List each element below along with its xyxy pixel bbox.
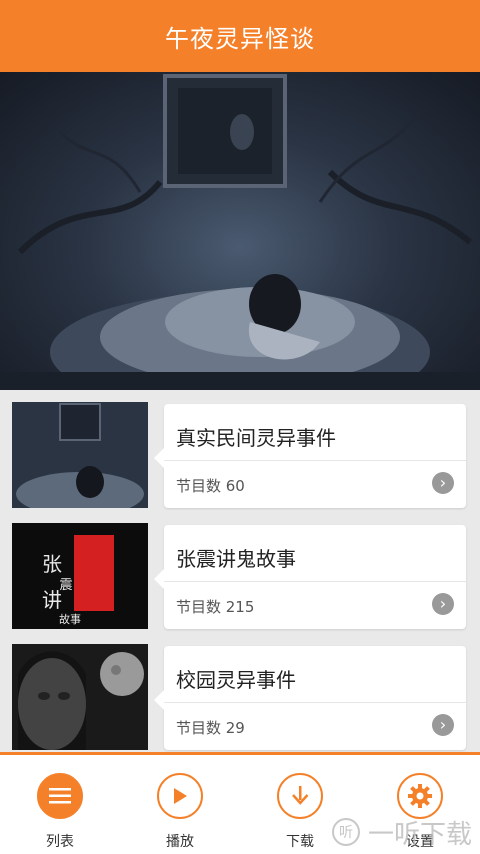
download-icon	[277, 773, 323, 819]
watermark-icon: 听	[332, 818, 360, 846]
program-name: 校园灵异事件	[176, 668, 296, 692]
program-count: 节目数 215	[176, 598, 255, 616]
program-count: 节目数 29	[176, 719, 245, 737]
chevron-right-icon[interactable]: ›	[432, 593, 454, 615]
banner-illustration	[0, 74, 480, 390]
tab-list[interactable]: 列表	[0, 755, 120, 854]
list-item[interactable]: 张 震 讲 故事 张震讲鬼故事 节目数 215 ›	[0, 511, 480, 629]
program-list: 真实民间灵异事件 节目数 60 › 张 震 讲 故事 张震讲鬼故事 节目数 21…	[0, 390, 480, 752]
list-icon	[37, 773, 83, 819]
tab-label: 播放	[166, 834, 194, 850]
list-item[interactable]: 校园灵异事件 节目数 29 ›	[0, 632, 480, 750]
program-name: 张震讲鬼故事	[176, 547, 296, 571]
program-thumbnail[interactable]	[12, 402, 148, 508]
app-header: 午夜灵异怪谈	[0, 0, 480, 72]
svg-text:讲: 讲	[42, 588, 62, 612]
banner-image[interactable]	[0, 72, 480, 390]
svg-text:故事: 故事	[59, 612, 81, 626]
chevron-right-icon[interactable]: ›	[432, 472, 454, 494]
app-title: 午夜灵异怪谈	[165, 24, 315, 53]
watermark: 听 一听下载	[332, 812, 480, 852]
divider	[164, 581, 466, 582]
play-icon	[157, 773, 203, 819]
thumb-logo-text: 张	[42, 552, 62, 576]
program-card[interactable]: 校园灵异事件 节目数 29 ›	[154, 646, 466, 750]
program-thumbnail[interactable]: 张 震 讲 故事	[12, 523, 148, 629]
program-count: 节目数 60	[176, 477, 245, 495]
program-card[interactable]: 张震讲鬼故事 节目数 215 ›	[154, 525, 466, 629]
program-card[interactable]: 真实民间灵异事件 节目数 60 ›	[154, 404, 466, 508]
tab-play[interactable]: 播放	[120, 755, 240, 854]
divider	[164, 702, 466, 703]
watermark-text: 一听下载	[368, 819, 473, 850]
program-thumbnail[interactable]	[12, 644, 148, 750]
chevron-right-icon[interactable]: ›	[432, 714, 454, 736]
list-item[interactable]: 真实民间灵异事件 节目数 60 ›	[0, 390, 480, 508]
divider	[164, 460, 466, 461]
program-name: 真实民间灵异事件	[176, 426, 336, 450]
tab-label: 列表	[46, 834, 74, 850]
